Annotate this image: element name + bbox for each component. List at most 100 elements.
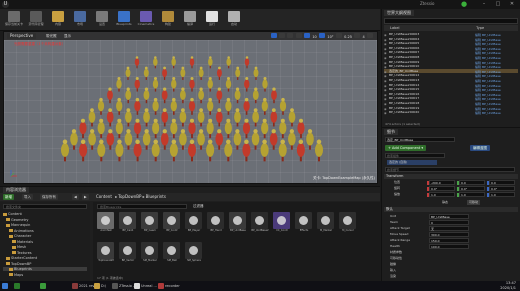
character-figure[interactable] bbox=[270, 108, 278, 127]
outliner-row[interactable]: ◉ BP_UnitBase200018 编辑 BP_UnitBase bbox=[384, 101, 518, 106]
character-figure[interactable] bbox=[171, 77, 177, 92]
character-figure[interactable] bbox=[151, 139, 160, 162]
character-figure[interactable] bbox=[152, 97, 159, 115]
mobility-movable[interactable]: 可移动 bbox=[467, 200, 481, 205]
back-button[interactable]: ◀ bbox=[72, 194, 79, 200]
breadcrumb-item[interactable]: Content bbox=[96, 194, 112, 200]
character-figure[interactable] bbox=[170, 118, 178, 139]
character-figure[interactable] bbox=[116, 97, 123, 115]
details-tab[interactable]: 细节 bbox=[384, 129, 398, 135]
character-figure[interactable] bbox=[134, 56, 140, 69]
property-value-field[interactable]: 100.0 bbox=[429, 244, 469, 249]
asset-tile[interactable]: BP_UnitBase bbox=[229, 212, 247, 238]
outliner-row[interactable]: ◉ BP_UnitBase200008 编辑 BP_UnitBase bbox=[384, 55, 518, 60]
character-figure[interactable] bbox=[143, 108, 150, 127]
outliner-row[interactable]: ◉ BP_UnitBase200012 编辑 BP_UnitBase bbox=[384, 73, 518, 78]
asset-search-input[interactable]: 搜索Blueprints bbox=[97, 204, 187, 209]
character-figure[interactable] bbox=[152, 118, 160, 139]
character-figure[interactable] bbox=[252, 108, 259, 127]
character-figure[interactable] bbox=[226, 56, 231, 69]
asset-tile[interactable]: SM_Ball bbox=[163, 242, 181, 268]
character-figure[interactable] bbox=[215, 108, 223, 127]
toolbar-button[interactable]: 编译 bbox=[180, 10, 200, 30]
toolbar-button[interactable]: Cinematics bbox=[136, 10, 156, 30]
tree-folder-item[interactable]: Blueprints bbox=[3, 267, 87, 271]
character-figure[interactable] bbox=[187, 139, 197, 162]
outliner-row[interactable]: ◉ BP_UnitBase200020 编辑 BP_UnitBase bbox=[384, 110, 518, 115]
character-figure[interactable] bbox=[142, 129, 151, 150]
actor-name-field[interactable]: 选定_BP_UnitBase bbox=[385, 137, 455, 142]
tree-folder-item[interactable]: Animations bbox=[3, 229, 34, 233]
asset-tile[interactable]: BP_Ceam bbox=[141, 212, 159, 238]
character-figure[interactable] bbox=[189, 56, 195, 69]
transform-scale-field[interactable]: 1.0 bbox=[429, 192, 455, 197]
breadcrumb-item[interactable]: Blueprints bbox=[146, 194, 166, 200]
character-figure[interactable] bbox=[269, 129, 278, 150]
taskbar-app[interactable] bbox=[40, 282, 47, 290]
character-figure[interactable] bbox=[197, 129, 205, 150]
character-figure[interactable] bbox=[106, 108, 114, 127]
outliner-row[interactable]: ◉ BP_UnitBase200010 编辑 BP_UnitBase bbox=[384, 64, 518, 69]
tree-folder-item[interactable]: TopDownBP bbox=[3, 262, 31, 266]
add-component-button[interactable]: + Add Component ▾ bbox=[385, 145, 427, 151]
import-button[interactable]: 导入 bbox=[22, 194, 33, 200]
breadcrumb-item[interactable]: TopDownBP bbox=[118, 194, 141, 200]
outliner-tab[interactable]: 世界大纲视图 bbox=[384, 10, 414, 16]
translate-tool-icon[interactable] bbox=[270, 33, 277, 38]
outliner-row[interactable]: ◉ BP_UnitBase200019 编辑 BP_UnitBase bbox=[384, 106, 518, 111]
tree-folder-item[interactable]: Content bbox=[3, 212, 22, 216]
toolbar-button[interactable]: 运行 bbox=[202, 10, 222, 30]
character-figure[interactable] bbox=[216, 66, 222, 80]
character-figure[interactable] bbox=[251, 129, 260, 150]
property-value-field[interactable]: BP_UnitBase bbox=[429, 214, 469, 219]
maximize-viewport-icon[interactable] bbox=[367, 33, 373, 38]
character-figure[interactable] bbox=[225, 97, 232, 115]
character-figure[interactable] bbox=[134, 77, 140, 92]
outliner-row[interactable]: ◉ 选定的_BP_UnitBase 编辑 BP_UnitBase bbox=[384, 68, 518, 74]
character-figure[interactable] bbox=[88, 108, 96, 127]
character-figure[interactable] bbox=[262, 77, 268, 92]
toolbar-button[interactable]: 内容 bbox=[48, 10, 68, 30]
character-figure[interactable] bbox=[152, 77, 159, 92]
outliner-row[interactable]: ◉ BP_UnitBase200015 编辑 BP_UnitBase bbox=[384, 87, 518, 92]
outliner-row[interactable]: ◉ BP_UnitBase200016 编辑 BP_UnitBase bbox=[384, 92, 518, 97]
outliner-search-input[interactable] bbox=[384, 18, 518, 24]
transform-location-field[interactable]: -200.0 bbox=[429, 180, 455, 185]
character-figure[interactable] bbox=[124, 129, 133, 150]
asset-tile[interactable]: BP_UnitBase2 bbox=[251, 212, 269, 238]
character-figure[interactable] bbox=[133, 118, 142, 139]
character-figure[interactable] bbox=[115, 118, 123, 139]
taskbar-app[interactable] bbox=[2, 282, 9, 290]
outliner-row[interactable]: ◉ BP_UnitBase200017 编辑 BP_UnitBase bbox=[384, 96, 518, 101]
character-figure[interactable] bbox=[233, 129, 242, 150]
tree-folder-item[interactable]: Mannequin bbox=[3, 223, 30, 227]
toolbar-button[interactable]: 设置 bbox=[92, 10, 112, 30]
character-figure[interactable] bbox=[97, 97, 105, 115]
character-figure[interactable] bbox=[206, 139, 215, 162]
character-figure[interactable] bbox=[260, 139, 269, 162]
transform-scale-field[interactable]: 1.0 bbox=[489, 192, 515, 197]
outliner-row[interactable]: ◉ BP_UnitBase200009 编辑 BP_UnitBase bbox=[384, 60, 518, 65]
scale-tool-icon[interactable] bbox=[287, 33, 294, 38]
character-figure[interactable] bbox=[242, 139, 251, 162]
character-figure[interactable] bbox=[125, 66, 131, 80]
character-figure[interactable] bbox=[79, 139, 88, 162]
character-figure[interactable] bbox=[162, 66, 168, 80]
grid-snap-icon[interactable] bbox=[304, 33, 311, 38]
character-figure[interactable] bbox=[79, 118, 87, 139]
user-badge-icon[interactable]: ● bbox=[461, 0, 467, 9]
character-figure[interactable] bbox=[271, 87, 277, 104]
character-figure[interactable] bbox=[197, 108, 205, 127]
component-search-input[interactable]: 搜索组件 bbox=[385, 153, 445, 158]
character-figure[interactable] bbox=[88, 129, 96, 150]
character-figure[interactable] bbox=[261, 118, 269, 139]
toolbar-button[interactable]: 市场 bbox=[70, 10, 90, 30]
mobility-static[interactable]: 静态 bbox=[442, 200, 448, 205]
character-figure[interactable] bbox=[170, 97, 177, 115]
taskbar-app[interactable]: 2021 rev bbox=[72, 282, 95, 290]
outliner-row[interactable]: ◉ BP_UnitBase200004 编辑 BP_UnitBase bbox=[384, 37, 518, 42]
filter-button[interactable]: 过滤器 bbox=[193, 204, 204, 209]
folder-search-input[interactable]: 搜索文件夹 bbox=[3, 204, 87, 209]
character-figure[interactable] bbox=[143, 66, 149, 80]
character-figure[interactable] bbox=[207, 77, 213, 92]
